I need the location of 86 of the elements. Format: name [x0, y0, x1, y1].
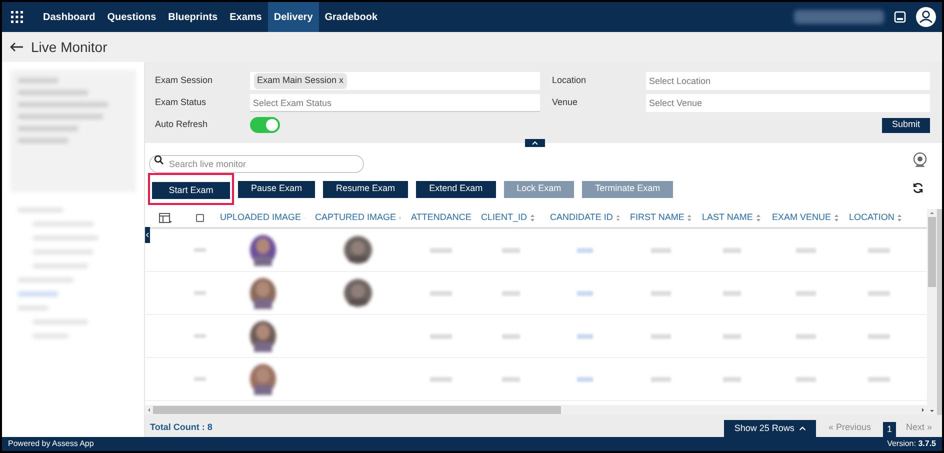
column-header[interactable]: FIRST NAME — [630, 211, 684, 225]
collapse-caret-icon[interactable] — [525, 139, 545, 147]
field-label: Auto Refresh — [155, 118, 209, 132]
column-header[interactable]: UPLOADED IMAGE — [220, 211, 302, 225]
blurred-value — [430, 376, 452, 382]
blurred-value — [868, 248, 890, 252]
apps-grid-icon[interactable] — [11, 11, 23, 23]
blurred-value — [723, 248, 741, 252]
sort-icon[interactable] — [616, 214, 620, 222]
blurred-value — [502, 290, 520, 296]
webcam-icon[interactable] — [912, 152, 928, 168]
exam-session-field[interactable]: Exam Main Session x — [250, 72, 540, 90]
blurred-value — [796, 290, 816, 296]
blurred-value — [868, 334, 890, 338]
blurred-value — [502, 376, 520, 382]
column-header[interactable]: CANDIDATE ID — [550, 211, 613, 225]
field-label: Exam Status — [155, 96, 208, 110]
sort-icon[interactable] — [897, 214, 902, 222]
blurred-value — [430, 334, 452, 338]
venue-field[interactable]: Select Venue — [646, 94, 930, 112]
action-button[interactable]: Resume Exam — [323, 180, 408, 198]
blurred-value — [723, 376, 741, 382]
blurred-value — [430, 248, 452, 252]
session-chip[interactable]: Exam Main Session x — [254, 73, 347, 89]
nav-tab[interactable]: Delivery — [268, 2, 319, 32]
sort-icon[interactable] — [834, 214, 839, 222]
blurred-value — [577, 334, 593, 338]
column-header[interactable]: LOCATION — [849, 211, 894, 225]
image-icon[interactable] — [894, 11, 906, 23]
version-text: Version: 3.7.5 — [887, 438, 936, 450]
nav-tab[interactable]: Exams — [224, 2, 268, 32]
blurred-value — [577, 290, 593, 296]
nav-tab[interactable]: Blueprints — [162, 2, 224, 32]
action-button[interactable]: Pause Exam — [238, 180, 316, 198]
caret-up-icon — [799, 426, 806, 431]
blurred-value — [723, 290, 741, 296]
column-header[interactable]: LAST NAME — [702, 211, 753, 225]
blurred-value — [577, 248, 593, 252]
refresh-icon[interactable] — [912, 182, 924, 194]
column-header[interactable]: CAPTURED IMAGE — [315, 211, 396, 225]
select-all-checkbox[interactable] — [196, 214, 204, 222]
sort-icon[interactable] — [756, 214, 761, 222]
blurred-value — [651, 248, 671, 252]
rows-per-page-button[interactable]: Show 25 Rows — [724, 420, 816, 437]
auto-refresh-toggle[interactable] — [250, 117, 280, 133]
sort-icon[interactable] — [530, 214, 536, 222]
field-label: Location — [552, 74, 588, 88]
horizontal-scrollbar[interactable] — [145, 405, 927, 415]
blurred-value — [796, 376, 816, 382]
blurred-value — [868, 376, 890, 382]
exam-status-field[interactable]: Select Exam Status — [250, 94, 540, 112]
search-icon — [154, 155, 164, 165]
back-arrow-icon[interactable] — [10, 42, 24, 52]
page-title: Live Monitor — [31, 38, 108, 56]
location-field[interactable]: Select Location — [646, 72, 930, 90]
blurred-value — [502, 334, 520, 338]
column-header[interactable]: EXAM VENUE — [772, 211, 832, 225]
nav-tab[interactable]: Questions — [101, 2, 162, 32]
blurred-value — [651, 290, 671, 296]
vertical-scrollbar[interactable] — [927, 209, 937, 415]
user-avatar-icon[interactable] — [916, 7, 936, 27]
column-header[interactable]: ATTENDANCE — [411, 211, 472, 225]
action-button[interactable]: Extend Exam — [416, 180, 496, 198]
nav-tab[interactable]: Gradebook — [318, 2, 384, 32]
blurred-value — [868, 290, 890, 296]
blurred-value — [796, 248, 816, 252]
powered-by-text: Powered by Assess App — [8, 438, 94, 450]
column-settings-icon[interactable] — [158, 212, 172, 224]
search-field[interactable]: Search live monitor — [149, 155, 364, 173]
nav-tab[interactable]: Dashboard — [37, 2, 102, 32]
blurred-value — [577, 376, 593, 382]
total-count: Total Count : 8 — [150, 420, 212, 434]
sidebar-collapse-icon[interactable] — [145, 227, 150, 243]
blurred-value — [502, 248, 520, 252]
action-button[interactable]: Start Exam — [152, 182, 230, 200]
field-label: Exam Session — [155, 74, 214, 88]
column-header[interactable]: CLIENT_ID — [481, 211, 528, 225]
submit-button[interactable]: Submit — [882, 118, 930, 132]
page-number[interactable]: 1 — [882, 422, 896, 437]
blurred-value — [430, 290, 452, 296]
sort-icon[interactable] — [687, 214, 692, 222]
blurred-value — [723, 334, 741, 338]
blurred-value — [651, 376, 671, 382]
blurred-value — [796, 334, 816, 338]
field-label: Venue — [552, 96, 579, 110]
blurred-value — [651, 334, 671, 338]
